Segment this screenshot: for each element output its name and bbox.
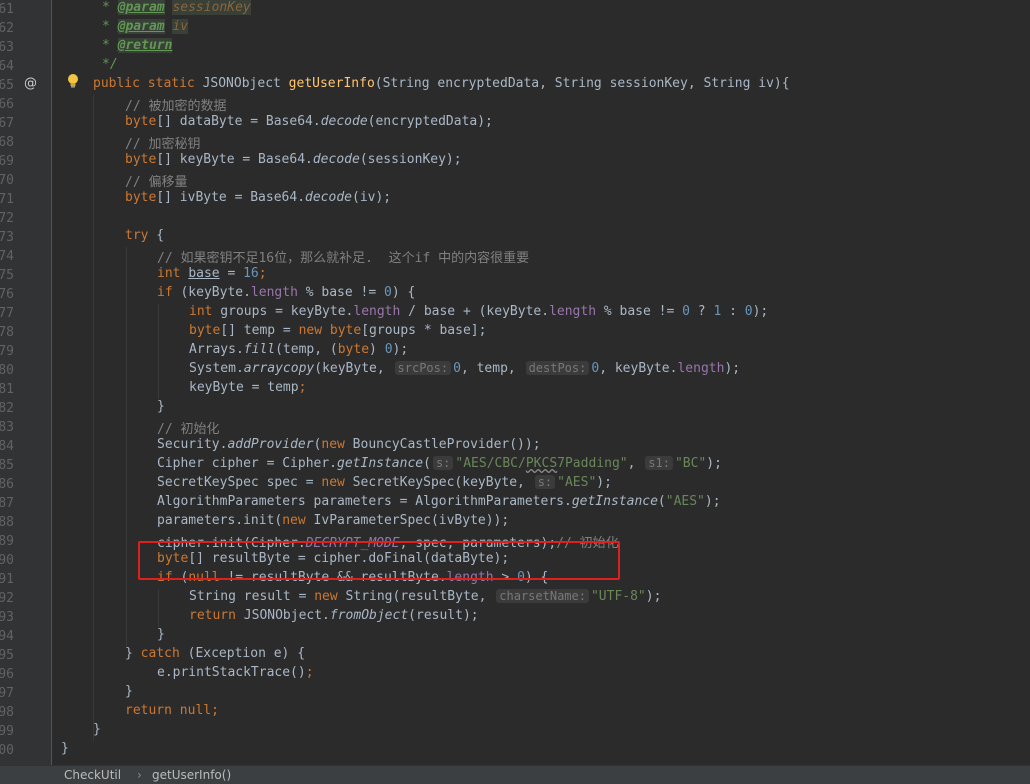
line-number: 77 [0, 306, 14, 321]
code-line-79[interactable]: Arrays.fill(temp, (byte) 0); [189, 342, 408, 361]
param-hint: s: [534, 475, 556, 489]
line-number: 99 [0, 724, 14, 739]
param-hint: charsetName: [496, 589, 589, 603]
code-line-83[interactable]: // 初始化 [157, 418, 219, 437]
code-line-67[interactable]: byte[] dataByte = Base64.decode(encrypte… [125, 114, 493, 133]
param-hint: s: [432, 456, 454, 470]
code-line-78[interactable]: byte[] temp = new byte[groups * base]; [189, 323, 486, 342]
line-number: 73 [0, 230, 14, 245]
line-number: 83 [0, 420, 14, 435]
highlight-annotation-box [138, 541, 620, 580]
line-number: 63 [0, 40, 14, 55]
line-number: 61 [0, 2, 14, 17]
code-line-99[interactable]: } [93, 722, 101, 741]
line-number: 90 [0, 553, 14, 568]
indent-guide [158, 589, 159, 627]
code-line-66[interactable]: // 被加密的数据 [125, 95, 226, 114]
line-number: 75 [0, 268, 14, 283]
lightbulb-icon[interactable] [66, 73, 80, 89]
code-line-64[interactable]: */ [102, 57, 118, 76]
code-line-81[interactable]: keyByte = temp; [189, 380, 306, 399]
code-line-61[interactable]: * @param sessionKey [102, 0, 251, 19]
code-line-71[interactable]: byte[] ivByte = Base64.decode(iv); [125, 190, 391, 209]
code-line-98[interactable]: return null; [125, 703, 219, 722]
indent-guide [126, 247, 127, 646]
code-line-97[interactable]: } [125, 684, 133, 703]
code-line-68[interactable]: // 加密秘钥 [125, 133, 200, 152]
code-line-74[interactable]: // 如果密钥不足16位，那么就补足. 这个if 中的内容很重要 [157, 247, 529, 266]
param-hint: destPos: [525, 361, 590, 375]
code-line-86[interactable]: SecretKeySpec spec = new SecretKeySpec(k… [157, 475, 612, 494]
line-number: 98 [0, 705, 14, 720]
line-number: 88 [0, 515, 14, 530]
line-number: 86 [0, 477, 14, 492]
line-number: 82 [0, 401, 14, 416]
code-line-100[interactable]: } [61, 741, 69, 760]
code-line-76[interactable]: if (keyByte.length % base != 0) { [157, 285, 415, 304]
line-number: 97 [0, 686, 14, 701]
line-number: 84 [0, 439, 14, 454]
indent-guide [93, 95, 94, 741]
code-editor[interactable]: 61 62 63 64 65 66 67 68 69 70 71 72 73 7… [0, 0, 1030, 765]
code-line-95[interactable]: } catch (Exception e) { [125, 646, 305, 665]
line-number: 65 [0, 78, 14, 93]
breadcrumb-class[interactable]: CheckUtil [64, 766, 121, 784]
line-number: 00 [0, 743, 14, 758]
code-line-65[interactable]: public static JSONObject getUserInfo(Str… [93, 76, 790, 95]
code-line-80[interactable]: System.arraycopy(keyByte, srcPos: 0, temp… [189, 361, 740, 380]
code-line-69[interactable]: byte[] keyByte = Base64.decode(sessionKe… [125, 152, 462, 171]
line-number: 66 [0, 97, 14, 112]
line-number: 87 [0, 496, 14, 511]
breadcrumb-separator-icon: › [137, 768, 142, 782]
param-hint: srcPos: [394, 361, 452, 375]
line-number: 67 [0, 116, 14, 131]
code-line-85[interactable]: Cipher cipher = Cipher.getInstance(s: "AE… [157, 456, 722, 475]
line-number: 92 [0, 591, 14, 606]
line-number: 76 [0, 287, 14, 302]
code-line-77[interactable]: int groups = keyByte.length / base + (ke… [189, 304, 768, 323]
breadcrumb: CheckUtil › getUserInfo() [0, 765, 1030, 784]
line-number: 78 [0, 325, 14, 340]
code-line-84[interactable]: Security.addProvider(new BouncyCastlePro… [157, 437, 541, 456]
line-number: 95 [0, 648, 14, 663]
line-number: 80 [0, 363, 14, 378]
line-number: 94 [0, 629, 14, 644]
code-line-96[interactable]: e.printStackTrace(); [157, 665, 314, 684]
line-number: 89 [0, 534, 14, 549]
line-number: 71 [0, 192, 14, 207]
code-line-93[interactable]: return JSONObject.fromObject(result); [189, 608, 479, 627]
line-number: 81 [0, 382, 14, 397]
line-gutter[interactable]: 61 62 63 64 65 66 67 68 69 70 71 72 73 7… [0, 0, 78, 765]
param-hint: s1: [645, 456, 673, 470]
code-line-88[interactable]: parameters.init(new IvParameterSpec(ivBy… [157, 513, 509, 532]
line-number: 91 [0, 572, 14, 587]
line-number: 68 [0, 135, 14, 150]
breadcrumb-method[interactable]: getUserInfo() [152, 766, 231, 784]
code-line-92[interactable]: String result = new String(resultByte, c… [189, 589, 661, 608]
line-number: 72 [0, 211, 14, 226]
code-line-75[interactable]: int base = 16; [157, 266, 267, 285]
line-number: 93 [0, 610, 14, 625]
code-line-87[interactable]: AlgorithmParameters parameters = Algorit… [157, 494, 721, 513]
line-number: 85 [0, 458, 14, 473]
code-line-82[interactable]: } [157, 399, 165, 418]
line-number: 62 [0, 21, 14, 36]
line-number: 74 [0, 249, 14, 264]
line-number: 64 [0, 59, 14, 74]
code-line-62[interactable]: * @param iv [102, 19, 189, 38]
code-line-63[interactable]: * @return [102, 38, 173, 57]
line-number: 96 [0, 667, 14, 682]
override-method-icon[interactable]: @ [24, 76, 37, 91]
line-number: 70 [0, 173, 14, 188]
indent-guide [158, 304, 159, 399]
code-line-73[interactable]: try { [125, 228, 164, 247]
line-number: 79 [0, 344, 14, 359]
code-line-94[interactable]: } [157, 627, 165, 646]
line-number: 69 [0, 154, 14, 169]
code-line-70[interactable]: // 偏移量 [125, 171, 187, 190]
